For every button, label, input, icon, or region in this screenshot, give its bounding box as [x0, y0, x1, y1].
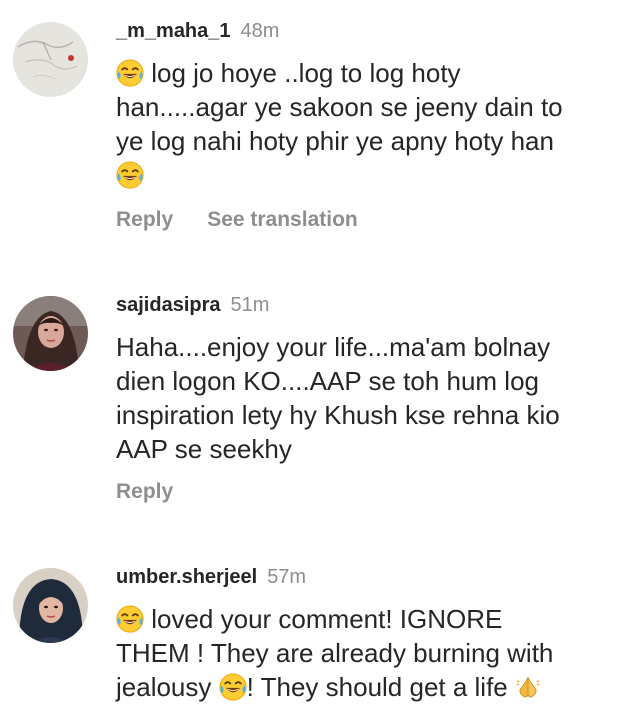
- reply-button[interactable]: Reply: [116, 208, 173, 232]
- comment-line: log jo hoye ..log to log hoty: [151, 58, 461, 88]
- username[interactable]: _m_maha_1: [116, 20, 231, 43]
- avatar[interactable]: [13, 22, 88, 97]
- comment-line: ! They should get a life: [246, 672, 508, 702]
- timestamp: 57m: [267, 566, 307, 588]
- comment-line: Haha....enjoy your life...ma'am bolnay: [116, 332, 551, 362]
- comment-line: jealousy: [116, 672, 212, 702]
- avatar[interactable]: [13, 296, 88, 371]
- face-with-tears-of-joy-icon: [116, 59, 144, 87]
- comment-text: Haha....enjoy your life...ma'am bolnay d…: [116, 330, 605, 466]
- timestamp: 51m: [230, 294, 270, 316]
- comment-line: loved your comment! IGNORE: [151, 604, 503, 634]
- sketch-avatar-icon: [13, 22, 88, 97]
- comment-line: THEM ! They are already burning with: [116, 638, 554, 668]
- face-with-tears-of-joy-icon: [219, 673, 247, 701]
- profile-photo-icon: [13, 296, 88, 371]
- comment-line: dien logon KO....AAP se toh hum log: [116, 366, 540, 396]
- comment-line: ye log nahi hoty phir ye apny hoty han: [116, 126, 554, 156]
- hijab-avatar-icon: [13, 568, 88, 643]
- username[interactable]: sajidasipra: [116, 294, 221, 317]
- comment-text: log jo hoye ..log to log hoty han.....ag…: [116, 56, 605, 192]
- folded-hands-icon: [515, 674, 541, 700]
- reply-button[interactable]: Reply: [116, 480, 173, 504]
- username[interactable]: umber.sherjeel: [116, 566, 257, 589]
- face-with-tears-of-joy-icon: [116, 161, 144, 189]
- comment-line: inspiration lety hy Khush kse rehna kio: [116, 400, 560, 430]
- face-with-tears-of-joy-icon: [116, 605, 144, 633]
- see-translation-button[interactable]: See translation: [207, 208, 358, 232]
- timestamp: 48m: [240, 20, 280, 42]
- comment-line: han.....agar ye sakoon se jeeny dain to: [116, 92, 563, 122]
- avatar[interactable]: [13, 568, 88, 643]
- comment-line: AAP se seekhy: [116, 434, 292, 464]
- comment-text: loved your comment! IGNORE THEM ! They a…: [116, 602, 605, 704]
